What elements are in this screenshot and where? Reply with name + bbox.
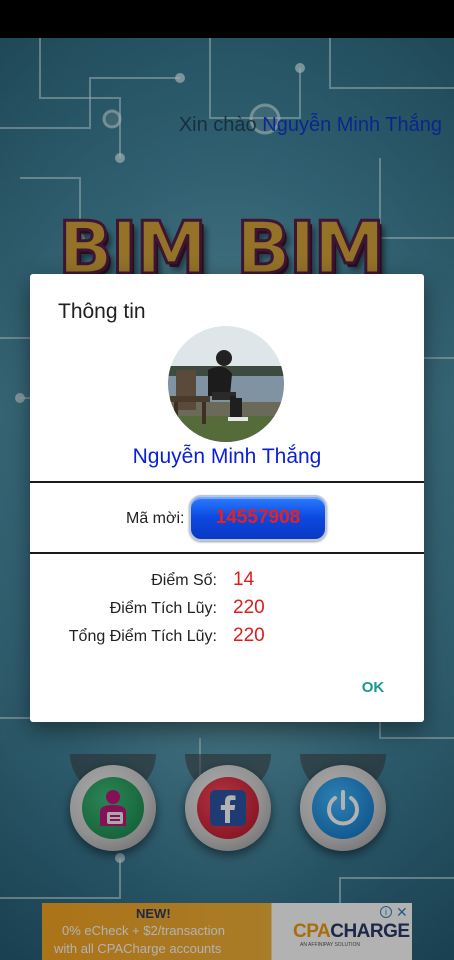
stat-value-accumulated: 220 <box>233 597 265 618</box>
divider-top <box>30 481 424 483</box>
ok-button[interactable]: OK <box>350 674 396 702</box>
stat-value-total-accumulated: 220 <box>233 625 265 646</box>
info-dialog: Thông tin Nguyễn Minh Thắng Mã mời: 1455… <box>30 274 424 722</box>
invite-code-label: Mã mời: <box>126 510 185 527</box>
invite-code-button[interactable]: 14557908 <box>189 495 327 541</box>
dialog-user-name: Nguyễn Minh Thắng <box>132 445 322 468</box>
divider-bottom <box>30 552 424 554</box>
stat-value-score: 14 <box>233 569 255 590</box>
status-bar <box>0 0 454 38</box>
dialog-title: Thông tin <box>58 300 146 323</box>
stat-label-score: Điểm Số: <box>151 572 217 589</box>
avatar <box>168 326 284 442</box>
stat-label-accumulated: Điểm Tích Lũy: <box>109 600 217 617</box>
stat-label-total-accumulated: Tổng Điểm Tích Lũy: <box>68 628 217 645</box>
